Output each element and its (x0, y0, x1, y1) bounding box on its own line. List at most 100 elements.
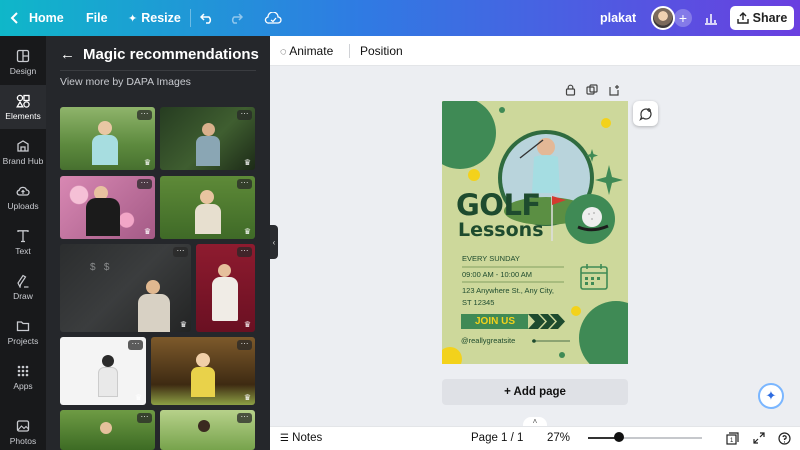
zoom-level[interactable]: 27% (547, 432, 570, 444)
more-options-icon[interactable]: ··· (137, 110, 152, 120)
photo-thumbnail[interactable]: $ $ ··· ♛ (60, 244, 191, 332)
undo-button[interactable] (200, 0, 214, 36)
rail-item-photos[interactable]: Photos (0, 410, 46, 450)
notes-button[interactable]: ☰ Notes (280, 432, 322, 444)
layout-icon (16, 49, 30, 62)
add-comment-button[interactable] (633, 101, 658, 126)
animate-label: Animate (289, 44, 334, 58)
more-options-icon[interactable]: ··· (173, 247, 188, 257)
photo-thumbnail[interactable]: ··· ♛ (60, 176, 155, 239)
rail-item-design[interactable]: Design (0, 40, 46, 84)
file-menu[interactable]: File (86, 0, 108, 36)
upload-share-icon (736, 12, 749, 24)
resize-button[interactable]: ✦ Resize (128, 0, 181, 36)
add-page-icon[interactable] (608, 84, 620, 99)
more-options-icon[interactable]: ··· (237, 340, 252, 350)
design-page[interactable]: GOLF Lessons EVERY SUNDAY 09:00 AM - 10:… (442, 101, 628, 364)
page-count-icon: 1 (726, 432, 739, 445)
rail-item-brand-hub[interactable]: Brand Hub (0, 130, 46, 174)
crown-icon: ♛ (143, 227, 151, 236)
cloud-check-icon (264, 12, 282, 24)
comment-plus-icon (638, 107, 652, 121)
poster-time: 09:00 AM - 10:00 AM (462, 270, 533, 279)
photo-thumbnail[interactable]: ··· ♛ (60, 107, 155, 170)
photo-thumbnail[interactable]: ··· ♛ (160, 107, 255, 170)
view-more-link[interactable]: View more by DAPA Images (60, 76, 191, 88)
avatar[interactable] (651, 6, 675, 30)
notes-label: Notes (292, 432, 323, 444)
photo-thumbnail[interactable]: ··· ♛ (60, 337, 146, 405)
pages-view-button[interactable]: 1 (726, 432, 739, 448)
animate-button[interactable]: ◌ Animate (280, 44, 333, 58)
zoom-slider-handle[interactable] (614, 432, 624, 442)
help-button[interactable] (778, 432, 791, 448)
more-options-icon[interactable]: ··· (237, 179, 252, 189)
photo-thumbnail[interactable]: ··· ♛ (196, 244, 255, 332)
folder-icon (16, 320, 30, 331)
crown-icon: ♛ (179, 320, 187, 329)
rail-item-uploads[interactable]: Uploads (0, 175, 46, 219)
chevron-left-icon (10, 12, 18, 24)
redo-button[interactable] (229, 0, 243, 36)
rail-label: Elements (5, 110, 41, 121)
expand-icon (753, 432, 765, 444)
crown-icon: ♛ (243, 227, 251, 236)
rail-item-elements[interactable]: Elements (0, 85, 46, 129)
more-options-icon[interactable]: ··· (237, 247, 252, 257)
undo-icon (200, 13, 212, 24)
divider (190, 9, 191, 27)
poster-cta: JOIN US (475, 316, 516, 327)
more-options-icon[interactable]: ··· (137, 413, 152, 423)
crown-icon: ♛ (143, 158, 151, 167)
more-options-icon[interactable]: ··· (237, 110, 252, 120)
duplicate-icon[interactable] (586, 84, 598, 99)
poster-address-line2: ST 12345 (462, 298, 495, 307)
rail-label: Uploads (7, 200, 39, 211)
chevron-left-icon: ‹ (272, 237, 276, 247)
cloud-upload-icon (16, 186, 30, 196)
doc-title-label: plakat (600, 11, 637, 25)
panel-title: Magic recommendations (83, 46, 259, 63)
crown-icon: ♛ (243, 158, 251, 167)
page-indicator[interactable]: Page 1 / 1 (471, 432, 523, 444)
magic-assistant-button[interactable]: ✦ (758, 383, 784, 409)
elements-panel: ← Magic recommendations View more by DAP… (46, 36, 270, 450)
top-bar: Home File ✦ Resize plakat + Share (0, 0, 800, 36)
share-button[interactable]: Share (730, 6, 794, 30)
photo-thumbnail[interactable]: ··· (160, 410, 255, 450)
rail-item-text[interactable]: Text (0, 220, 46, 264)
home-button[interactable]: Home (10, 0, 64, 36)
position-button[interactable]: Position (360, 44, 403, 58)
animate-icon: ◌ (280, 46, 287, 58)
rail-label: Brand Hub (2, 155, 44, 166)
more-options-icon[interactable]: ··· (237, 413, 252, 423)
fullscreen-button[interactable] (753, 432, 765, 447)
invite-button[interactable]: + (674, 9, 692, 27)
lock-icon[interactable] (565, 84, 576, 99)
rail-item-projects[interactable]: Projects (0, 310, 46, 354)
photo-thumbnail[interactable]: ··· ♛ (160, 176, 255, 239)
footer-bar: ☰ Notes Page 1 / 1 27% 1 (270, 426, 800, 450)
more-options-icon[interactable]: ··· (128, 340, 143, 350)
photo-thumbnail[interactable]: ··· ♛ (151, 337, 255, 405)
page-controls (565, 84, 620, 99)
photo-thumbnail[interactable]: ··· (60, 410, 155, 450)
document-title[interactable]: plakat (600, 0, 636, 36)
rail-label: Text (15, 245, 31, 256)
crown-icon: ♛ (134, 393, 142, 402)
share-label: Share (752, 11, 788, 25)
poster-handle: @reallygreatsite (461, 336, 516, 345)
rail-item-apps[interactable]: Apps (0, 355, 46, 399)
rail-item-draw[interactable]: Draw (0, 265, 46, 309)
analytics-button[interactable] (704, 0, 718, 36)
more-options-icon[interactable]: ··· (137, 179, 152, 189)
text-icon (17, 229, 29, 242)
brand-hub-icon (17, 139, 29, 152)
rail-label: Draw (13, 290, 33, 301)
cloud-saved-button[interactable] (264, 0, 282, 36)
add-page-button[interactable]: + Add page (442, 379, 628, 405)
back-arrow-icon[interactable]: ← (60, 46, 75, 63)
left-rail: Design Elements Brand Hub Uploads Text D… (0, 36, 46, 450)
collapse-panel-button[interactable]: ‹ (270, 225, 278, 259)
plus-icon: + (678, 10, 688, 26)
